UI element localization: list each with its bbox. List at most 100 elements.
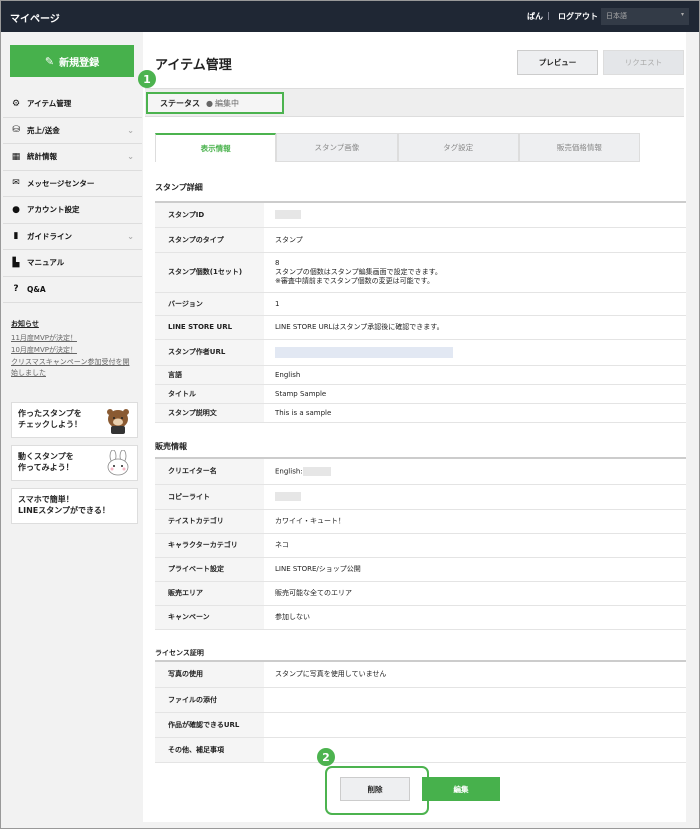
sidebar-item-account-settings[interactable]: ● アカウント設定 bbox=[3, 197, 142, 224]
news-link[interactable]: 11月度MVPが決定！ bbox=[11, 333, 136, 344]
license-table: 写真の使用 スタンプに写真を使用していません ファイルの添付 作品が確認できるU… bbox=[155, 662, 686, 763]
sales-info-table: クリエイター名 English: コピーライト テイストカテゴリ カワイイ・キュ… bbox=[155, 459, 686, 630]
section-heading-stamp-details: スタンプ詳細 bbox=[155, 183, 203, 192]
table-row: スタンプ作者URL bbox=[155, 339, 686, 366]
new-registration-label: 新規登録 bbox=[59, 57, 100, 69]
sidebar-item-label: Q&A bbox=[27, 284, 46, 294]
table-row: バージョン 1 bbox=[155, 292, 686, 316]
edit-button[interactable]: 編集 bbox=[422, 777, 500, 801]
field-label: 作品が確認できるURL bbox=[155, 712, 264, 738]
table-row: テイストカテゴリ カワイイ・キュート！ bbox=[155, 509, 686, 534]
promo-card-smartphone[interactable]: スマホで簡単！ LINEスタンプができる！ bbox=[11, 488, 138, 524]
new-registration-button[interactable]: ✎ 新規登録 bbox=[10, 45, 134, 77]
field-label: 写真の使用 bbox=[155, 662, 264, 688]
field-label: キャンペーン bbox=[155, 605, 264, 630]
preview-button[interactable]: プレビュー bbox=[517, 50, 598, 75]
news-section: お知らせ 11月度MVPが決定！ 10月度MVPが決定！ クリスマスキャンペーン… bbox=[11, 319, 136, 380]
field-label: スタンプ作者URL bbox=[155, 339, 264, 366]
document-icon: ▙ bbox=[12, 257, 20, 268]
field-value: 販売可能な全てのエリア bbox=[264, 581, 686, 606]
table-row: 言語 English bbox=[155, 365, 686, 385]
sidebar-item-statistics[interactable]: ▦ 統計情報 ⌄ bbox=[3, 144, 142, 171]
table-row: 写真の使用 スタンプに写真を使用していません bbox=[155, 662, 686, 688]
callout-marker-2: 2 bbox=[317, 748, 335, 766]
app-title: マイページ bbox=[10, 14, 60, 25]
person-icon: ● bbox=[12, 204, 20, 215]
sidebar-item-label: マニュアル bbox=[27, 258, 65, 268]
field-label: スタンプのタイプ bbox=[155, 227, 264, 253]
delete-button[interactable]: 削除 bbox=[340, 777, 410, 801]
field-value-line: スタンプの個数はスタンプ編集画面で設定できます。 bbox=[275, 267, 442, 276]
redacted-value bbox=[275, 492, 301, 501]
field-label: LINE STORE URL bbox=[155, 315, 264, 340]
field-value: English: bbox=[264, 459, 686, 485]
field-value: English bbox=[264, 365, 686, 385]
language-value: 日本語 bbox=[606, 12, 627, 20]
callout-marker-1: 1 bbox=[138, 70, 156, 88]
field-value: This is a sample bbox=[264, 403, 686, 423]
promo-card-check-stamp[interactable]: 作ったスタンプを チェックしよう！ bbox=[11, 402, 138, 438]
sidebar-menu: ⚙ アイテム管理 ⛁ 売上/送金 ⌄ ▦ 統計情報 ⌄ ✉ メッセージセンター … bbox=[3, 91, 142, 303]
sidebar-item-qa[interactable]: ? Q&A bbox=[3, 277, 142, 303]
section-heading-sales-info: 販売情報 bbox=[155, 442, 187, 451]
book-icon: ▮ bbox=[13, 231, 19, 242]
sidebar-item-manual[interactable]: ▙ マニュアル bbox=[3, 250, 142, 277]
field-label: スタンプ説明文 bbox=[155, 403, 264, 423]
field-value: LINE STORE/ショップ公開 bbox=[264, 557, 686, 582]
creator-name-prefix: English: bbox=[275, 467, 303, 476]
field-value: 1 bbox=[264, 292, 686, 316]
language-select[interactable]: 日本語 ▾ bbox=[601, 8, 689, 25]
field-label: ファイルの添付 bbox=[155, 687, 264, 713]
table-row: スタンプのタイプ スタンプ bbox=[155, 227, 686, 253]
table-row: 作品が確認できるURL bbox=[155, 712, 686, 738]
field-value: スタンプ bbox=[264, 227, 686, 253]
field-value: ネコ bbox=[264, 533, 686, 558]
field-value: 参加しない bbox=[264, 605, 686, 630]
field-label: スタンプID bbox=[155, 203, 264, 228]
tab-sales-price[interactable]: 販売価格情報 bbox=[518, 133, 640, 162]
news-link[interactable]: クリスマスキャンペーン参加受付を開始しました bbox=[11, 357, 136, 379]
field-label: コピーライト bbox=[155, 484, 264, 510]
tab-tag-settings[interactable]: タグ設定 bbox=[397, 133, 519, 162]
table-row: コピーライト bbox=[155, 484, 686, 510]
field-value bbox=[264, 687, 686, 713]
tab-stamp-images[interactable]: スタンプ画像 bbox=[276, 133, 398, 162]
table-row: ファイルの添付 bbox=[155, 687, 686, 713]
request-button[interactable]: リクエスト bbox=[603, 50, 684, 75]
sidebar-item-guidelines[interactable]: ▮ ガイドライン ⌄ bbox=[3, 224, 142, 250]
promo-card-line: LINEスタンプができる！ bbox=[18, 506, 110, 515]
sidebar-item-message-center[interactable]: ✉ メッセージセンター bbox=[3, 171, 142, 197]
field-label: クリエイター名 bbox=[155, 459, 264, 485]
username-link[interactable]: ぱん bbox=[527, 11, 543, 22]
field-value bbox=[264, 203, 686, 228]
field-value-line: 8 bbox=[275, 258, 280, 267]
brown-bear-illustration bbox=[107, 409, 129, 434]
table-row: プライベート設定 LINE STORE/ショップ公開 bbox=[155, 557, 686, 582]
section-heading-license: ライセンス証明 bbox=[155, 649, 204, 657]
sidebar-item-label: ガイドライン bbox=[27, 231, 72, 241]
field-value: Stamp Sample bbox=[264, 384, 686, 404]
promo-card-line: スマホで簡単！ bbox=[18, 495, 74, 504]
news-link[interactable]: 10月度MVPが決定！ bbox=[11, 345, 136, 356]
chevron-down-icon: ▾ bbox=[680, 11, 684, 18]
sidebar-item-label: メッセージセンター bbox=[27, 178, 95, 188]
field-value bbox=[264, 484, 686, 510]
sidebar-item-item-management[interactable]: ⚙ アイテム管理 bbox=[3, 91, 142, 118]
promo-card-animated-stamp[interactable]: 動くスタンプを 作ってみよう！ bbox=[11, 445, 138, 481]
rabbit-illustration bbox=[107, 450, 129, 476]
sidebar-item-sales[interactable]: ⛁ 売上/送金 ⌄ bbox=[3, 118, 142, 144]
field-label: 販売エリア bbox=[155, 581, 264, 606]
stamp-details-table: スタンプID スタンプのタイプ スタンプ スタンプ個数(1セット) 8 スタンプ… bbox=[155, 203, 686, 423]
logout-link[interactable]: ログアウト bbox=[558, 11, 598, 22]
status-value: 編集中 bbox=[214, 98, 239, 108]
table-row: タイトル Stamp Sample bbox=[155, 384, 686, 404]
field-label: テイストカテゴリ bbox=[155, 509, 264, 534]
status-dot-icon: ● bbox=[206, 98, 213, 108]
table-row: スタンプ説明文 This is a sample bbox=[155, 403, 686, 423]
main-panel: アイテム管理 プレビュー リクエスト ステータス ● 編集中 1 表示情報 スタ… bbox=[138, 32, 686, 822]
mail-icon: ✉ bbox=[12, 178, 20, 189]
sidebar-item-label: アカウント設定 bbox=[27, 205, 80, 215]
news-heading[interactable]: お知らせ bbox=[11, 319, 136, 329]
tab-display-info[interactable]: 表示情報 bbox=[155, 133, 277, 162]
chevron-down-icon: ⌄ bbox=[127, 152, 134, 161]
